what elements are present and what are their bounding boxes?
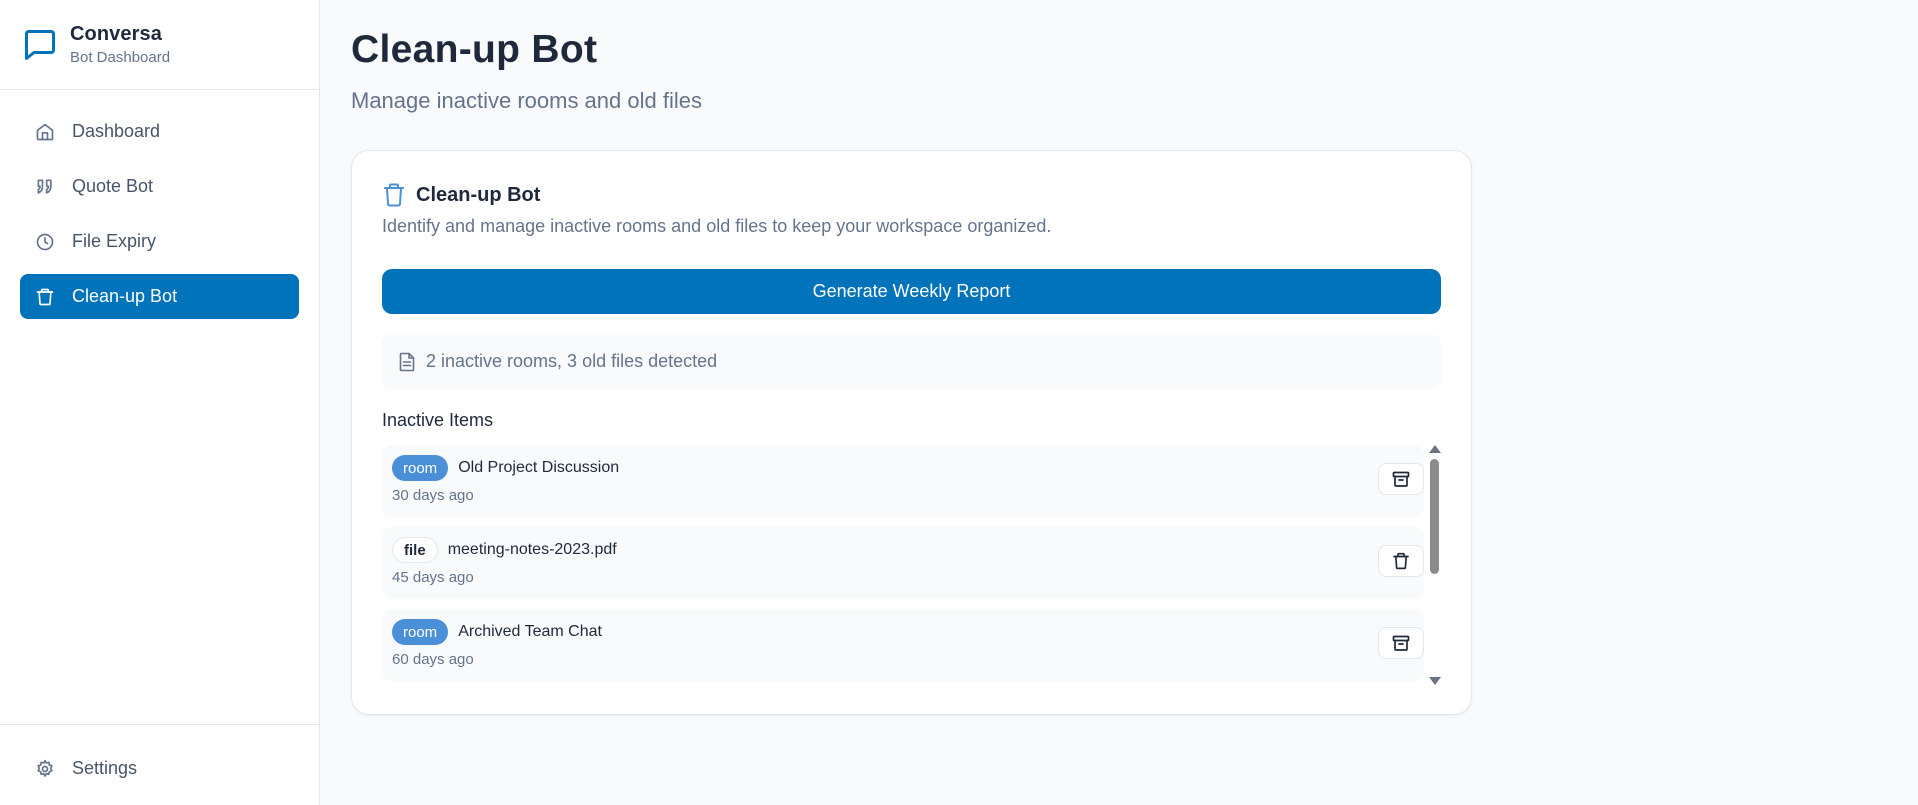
brand: Conversa Bot Dashboard	[0, 0, 319, 90]
delete-button[interactable]	[1378, 545, 1424, 577]
card-header: Clean-up Bot	[382, 182, 540, 208]
type-badge: room	[392, 455, 449, 481]
summary-text: 2 inactive rooms, 3 old files detected	[426, 351, 718, 371]
sidebar-nav: Dashboard Quote Bot File Expiry Clean-up…	[0, 90, 319, 319]
list-item: file meeting-notes-2023.pdf 45 days ago	[382, 527, 1424, 599]
items-scrollbar[interactable]	[1428, 445, 1442, 685]
archive-icon	[1392, 634, 1410, 652]
sidebar-item-dashboard[interactable]: Dashboard	[20, 109, 299, 154]
type-badge: file	[392, 537, 438, 563]
page-title: Clean-up Bot	[351, 28, 598, 71]
item-header: room Archived Team Chat	[392, 619, 602, 645]
scroll-up-arrow-icon[interactable]	[1429, 445, 1441, 453]
card-description: Identify and manage inactive rooms and o…	[382, 216, 1052, 236]
trash-icon	[382, 182, 406, 208]
clock-icon	[35, 232, 55, 252]
gear-icon	[35, 759, 55, 779]
item-age: 60 days ago	[392, 651, 474, 668]
list-item: room Archived Team Chat 60 days ago	[382, 609, 1424, 681]
generate-weekly-report-button[interactable]: Generate Weekly Report	[382, 269, 1441, 314]
message-square-icon	[22, 27, 58, 63]
scrollbar-thumb[interactable]	[1430, 459, 1439, 574]
quote-icon	[35, 177, 55, 197]
trash-icon	[35, 287, 55, 307]
item-name: Archived Team Chat	[458, 623, 602, 640]
sidebar-item-clean-up-bot[interactable]: Clean-up Bot	[20, 274, 299, 319]
page-subtitle: Manage inactive rooms and old files	[351, 88, 702, 113]
sidebar: Conversa Bot Dashboard Dashboard Quote B…	[0, 0, 320, 805]
item-age: 45 days ago	[392, 569, 474, 586]
item-name: Old Project Discussion	[458, 459, 620, 476]
item-name: meeting-notes-2023.pdf	[447, 541, 617, 558]
archive-icon	[1392, 470, 1410, 488]
card-title: Clean-up Bot	[416, 183, 541, 206]
sidebar-item-label: Settings	[72, 758, 138, 778]
sidebar-item-file-expiry[interactable]: File Expiry	[20, 219, 299, 264]
report-summary: 2 inactive rooms, 3 old files detected	[382, 334, 1441, 389]
brand-subtitle: Bot Dashboard	[70, 49, 171, 66]
sidebar-footer: Settings	[0, 724, 319, 805]
home-icon	[35, 122, 55, 142]
trash-icon	[1392, 552, 1410, 570]
inactive-items-label: Inactive Items	[382, 410, 494, 430]
archive-button[interactable]	[1378, 463, 1424, 495]
file-text-icon	[398, 352, 416, 372]
clean-up-card: Clean-up Bot Identify and manage inactiv…	[351, 150, 1472, 715]
sidebar-item-settings[interactable]: Settings	[20, 746, 299, 791]
main-content: Clean-up Bot Manage inactive rooms and o…	[321, 0, 1918, 805]
sidebar-item-label: File Expiry	[72, 231, 157, 251]
sidebar-item-label: Quote Bot	[72, 176, 154, 196]
item-age: 30 days ago	[392, 487, 474, 504]
type-badge: room	[392, 619, 449, 645]
sidebar-item-quote-bot[interactable]: Quote Bot	[20, 164, 299, 209]
archive-button[interactable]	[1378, 627, 1424, 659]
sidebar-item-label: Dashboard	[72, 121, 161, 141]
brand-text: Conversa Bot Dashboard	[70, 23, 170, 66]
list-item: room Old Project Discussion 30 days ago	[382, 445, 1424, 517]
item-header: room Old Project Discussion	[392, 455, 619, 481]
item-header: file meeting-notes-2023.pdf	[392, 537, 617, 563]
inactive-items-list[interactable]: room Old Project Discussion 30 days ago	[382, 445, 1424, 685]
sidebar-item-label: Clean-up Bot	[72, 286, 178, 306]
brand-name: Conversa	[70, 23, 162, 45]
scroll-down-arrow-icon[interactable]	[1429, 677, 1441, 685]
